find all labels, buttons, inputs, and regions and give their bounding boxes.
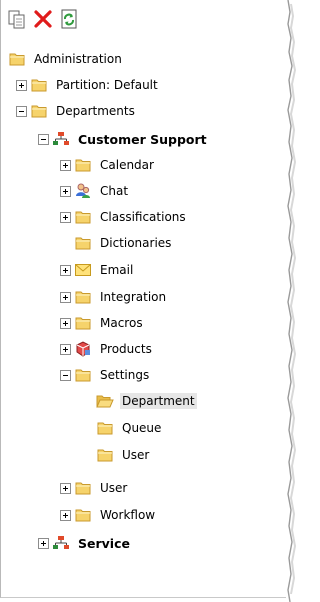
tree-node-workflow[interactable]: Workflow — [60, 505, 157, 525]
tree-node-settings-department[interactable]: Department — [96, 391, 197, 411]
chat-users-icon — [74, 183, 92, 199]
copy-icon — [8, 10, 25, 29]
tree-node-label: Queue — [122, 421, 162, 435]
tree-node-label: Customer Support — [78, 131, 207, 147]
tree-node-service[interactable]: Service — [38, 533, 132, 553]
tree-node-label: Integration — [100, 290, 167, 304]
folder-icon — [74, 367, 92, 383]
tree-node-administration[interactable]: Administration — [8, 49, 124, 69]
refresh-icon — [61, 9, 77, 29]
tree-node-label: User — [100, 481, 128, 495]
folder-icon — [30, 103, 48, 119]
email-icon — [74, 262, 92, 278]
folder-icon — [74, 315, 92, 331]
tree-node-label: Chat — [100, 184, 129, 198]
folder-icon — [74, 289, 92, 305]
tree-node-label: Email — [100, 263, 134, 277]
folder-icon — [74, 480, 92, 496]
tree-node-label: Products — [100, 342, 152, 356]
folder-icon — [96, 420, 114, 436]
org-hierarchy-icon — [52, 131, 70, 147]
collapse-toggle[interactable] — [60, 369, 71, 381]
tree-node-label: User — [122, 448, 150, 462]
tree-node-label: Administration — [34, 52, 122, 66]
folder-icon — [74, 235, 92, 251]
tree-node-label: Dictionaries — [100, 236, 172, 250]
open-folder-icon — [96, 393, 114, 409]
org-hierarchy-icon — [52, 535, 70, 551]
tree-node-settings[interactable]: Settings — [60, 365, 151, 385]
expand-toggle[interactable] — [60, 482, 71, 494]
expand-toggle[interactable] — [60, 291, 71, 303]
expand-toggle[interactable] — [16, 79, 27, 91]
refresh-button[interactable] — [58, 8, 80, 30]
tree-node-label: Classifications — [100, 210, 186, 224]
torn-edge — [286, 0, 297, 602]
toolbar — [6, 6, 80, 32]
tree-node-macros[interactable]: Macros — [60, 313, 145, 333]
folder-icon — [30, 77, 48, 93]
expand-toggle[interactable] — [60, 317, 71, 329]
folder-icon — [74, 507, 92, 523]
folder-icon — [96, 447, 114, 463]
tree-node-email[interactable]: Email — [60, 260, 135, 280]
expand-toggle[interactable] — [60, 211, 71, 223]
tree-node-calendar[interactable]: Calendar — [60, 155, 156, 175]
folder-icon — [8, 51, 26, 67]
products-icon — [74, 341, 92, 357]
tree-node-departments[interactable]: Departments — [16, 101, 137, 121]
tree-node-settings-queue[interactable]: Queue — [96, 418, 163, 438]
tree-node-label: Partition: Default — [56, 78, 158, 92]
tree-node-label: Service — [78, 535, 130, 551]
delete-icon — [34, 10, 52, 28]
tree-node-products[interactable]: Products — [60, 339, 154, 359]
expand-toggle[interactable] — [60, 509, 71, 521]
expand-toggle[interactable] — [38, 537, 49, 549]
expand-toggle[interactable] — [60, 343, 71, 355]
tree-node-user[interactable]: User — [60, 478, 129, 498]
tree-node-label: Departments — [56, 104, 135, 118]
tree-node-dictionaries[interactable]: Dictionaries — [74, 233, 173, 253]
tree-node-label: Macros — [100, 316, 143, 330]
tree-node-label: Settings — [100, 368, 150, 382]
folder-icon — [74, 209, 92, 225]
expand-toggle[interactable] — [60, 159, 71, 171]
tree-node-chat[interactable]: Chat — [60, 181, 130, 201]
tree-node-label: Calendar — [100, 158, 154, 172]
tree-node-partition[interactable]: Partition: Default — [16, 75, 160, 95]
tree-node-integration[interactable]: Integration — [60, 287, 168, 307]
collapse-toggle[interactable] — [38, 133, 49, 145]
collapse-toggle[interactable] — [16, 105, 27, 117]
expand-toggle[interactable] — [60, 185, 71, 197]
delete-button[interactable] — [32, 8, 54, 30]
folder-icon — [74, 157, 92, 173]
tree-node-customer-support[interactable]: Customer Support — [38, 129, 209, 149]
tree-node-classifications[interactable]: Classifications — [60, 207, 188, 227]
tree-node-label: Department — [120, 393, 197, 409]
tree-node-label: Workflow — [100, 508, 156, 522]
copy-button[interactable] — [6, 8, 28, 30]
tree-node-settings-user[interactable]: User — [96, 445, 151, 465]
expand-toggle[interactable] — [60, 264, 71, 276]
